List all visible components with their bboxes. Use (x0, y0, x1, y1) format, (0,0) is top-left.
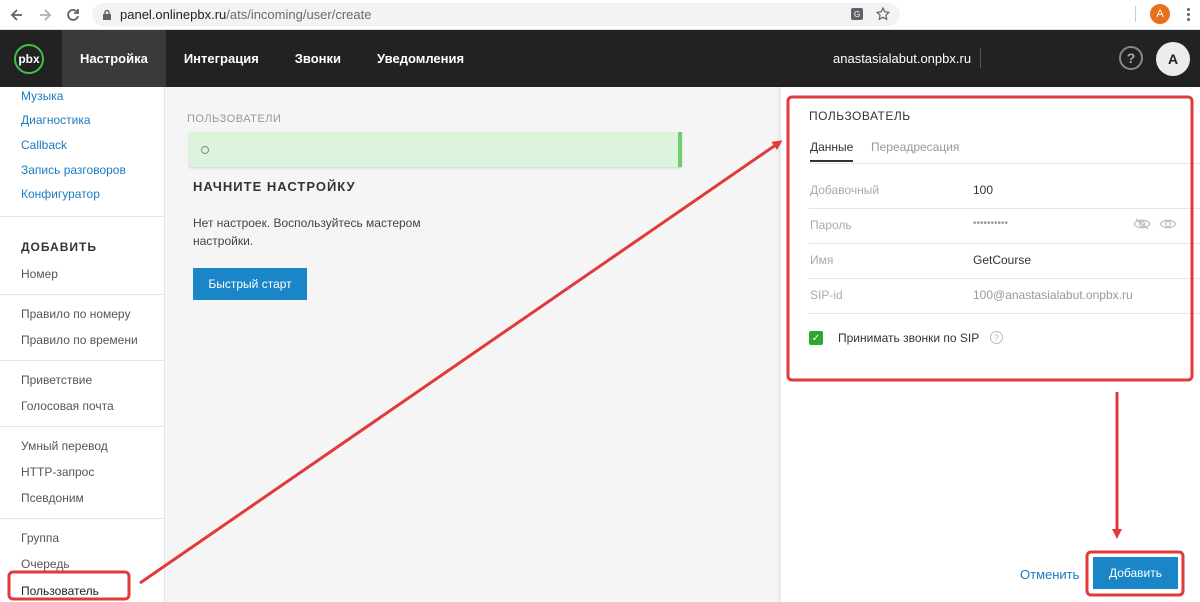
translate-icon[interactable]: G (850, 7, 864, 21)
sidebar-divider (0, 518, 164, 519)
sidebar-item-time-rule[interactable]: Правило по времени (21, 333, 138, 347)
reload-icon[interactable] (62, 4, 84, 26)
sidebar-item-number-rule[interactable]: Правило по номеру (21, 307, 130, 321)
sidebar-item-user[interactable]: Пользователь (21, 584, 99, 598)
sidebar-item-smart-transfer[interactable]: Умный перевод (21, 439, 108, 453)
tab-calls[interactable]: Звонки (277, 30, 359, 87)
accept-sip-label: Принимать звонки по SIP (838, 331, 980, 345)
section-label: ПОЛЬЗОВАТЕЛИ (187, 113, 282, 125)
sidebar-item-callback[interactable]: Callback (21, 138, 67, 152)
name-label: Имя (810, 253, 834, 267)
row-divider (809, 278, 1200, 279)
tab-settings[interactable]: Настройка (62, 30, 166, 87)
svg-text:G: G (854, 10, 860, 19)
sidebar-item-music[interactable]: Музыка (21, 89, 63, 103)
sidebar-item-voicemail[interactable]: Голосовая почта (21, 399, 114, 413)
row-divider (809, 313, 1200, 314)
setup-description: Нет настроек. Воспользуйтесь мастером на… (193, 216, 421, 248)
sidebar-item-http-request[interactable]: HTTP-запрос (21, 465, 94, 479)
tab-data[interactable]: Данные (810, 140, 854, 162)
row-divider (809, 243, 1200, 244)
sidebar: Музыка Диагностика Callback Запись разго… (0, 87, 165, 602)
sip-id-label: SIP-id (810, 288, 843, 302)
app-header: pbx Настройка Интеграция Звонки Уведомле… (0, 30, 1200, 87)
account-domain[interactable]: anastasialabut.onpbx.ru (833, 51, 971, 66)
sidebar-item-number[interactable]: Номер (21, 267, 58, 281)
forward-arrow-icon[interactable] (34, 4, 56, 26)
sidebar-add-heading: ДОБАВИТЬ (21, 240, 97, 254)
browser-menu-icon[interactable] (1187, 8, 1190, 21)
panel-title: ПОЛЬЗОВАТЕЛЬ (809, 109, 911, 123)
toolbar-separator (1135, 6, 1136, 22)
row-divider (809, 208, 1200, 209)
sidebar-item-alias[interactable]: Псевдоним (21, 491, 84, 505)
star-icon[interactable] (876, 7, 890, 21)
sidebar-item-configurator[interactable]: Конфигуратор (21, 187, 100, 201)
url-path: /ats/incoming/user/create (226, 7, 372, 22)
password-input[interactable]: •••••••••• (973, 218, 1008, 229)
cancel-button[interactable]: Отменить (1020, 567, 1079, 582)
tab-forwarding[interactable]: Переадресация (871, 140, 959, 154)
progress-dot-icon (201, 146, 209, 154)
address-bar[interactable]: panel.onlinepbx.ru/ats/incoming/user/cre… (92, 3, 900, 26)
user-avatar[interactable]: A (1156, 42, 1190, 76)
lock-icon (103, 9, 111, 20)
setup-progress-bar (189, 132, 682, 167)
quick-start-button[interactable]: Быстрый старт (193, 268, 307, 300)
sidebar-item-diagnostics[interactable]: Диагностика (21, 113, 91, 127)
sip-id-value: 100@anastasialabut.onpbx.ru (973, 288, 1133, 302)
sidebar-divider (0, 360, 164, 361)
pbx-logo[interactable]: pbx (14, 43, 44, 74)
back-arrow-icon[interactable] (6, 4, 28, 26)
accept-sip-checkbox[interactable]: ✓ (809, 331, 823, 345)
browser-toolbar: panel.onlinepbx.ru/ats/incoming/user/cre… (0, 0, 1200, 30)
name-input[interactable]: GetCourse (973, 253, 1031, 267)
password-label: Пароль (810, 218, 852, 232)
generate-password-icon[interactable] (1133, 217, 1151, 231)
help-icon[interactable]: ? (1119, 46, 1143, 70)
sidebar-divider (0, 216, 164, 217)
sidebar-item-group[interactable]: Группа (21, 531, 59, 545)
tab-notifications[interactable]: Уведомления (359, 30, 482, 87)
user-panel: ПОЛЬЗОВАТЕЛЬ Данные Переадресация Добаво… (781, 87, 1200, 602)
sidebar-item-queue[interactable]: Очередь (21, 557, 70, 571)
profile-avatar[interactable]: A (1150, 4, 1170, 24)
setup-title: НАЧНИТЕ НАСТРОЙКУ (193, 179, 356, 194)
sidebar-item-call-recording[interactable]: Запись разговоров (21, 163, 126, 177)
header-separator (980, 48, 981, 68)
extension-label: Добавочный (810, 183, 880, 197)
tab-integration[interactable]: Интеграция (166, 30, 277, 87)
tabs-divider (809, 163, 1200, 164)
sidebar-item-greeting[interactable]: Приветствие (21, 373, 92, 387)
url-host: panel.onlinepbx.ru (120, 7, 227, 22)
extension-input[interactable]: 100 (973, 183, 993, 197)
show-password-icon[interactable] (1159, 217, 1177, 231)
annotation-arrow-diagonal (139, 140, 783, 585)
question-icon[interactable]: ? (990, 331, 1003, 344)
add-button[interactable]: Добавить (1093, 557, 1178, 589)
sidebar-divider (0, 294, 164, 295)
sidebar-divider (0, 426, 164, 427)
